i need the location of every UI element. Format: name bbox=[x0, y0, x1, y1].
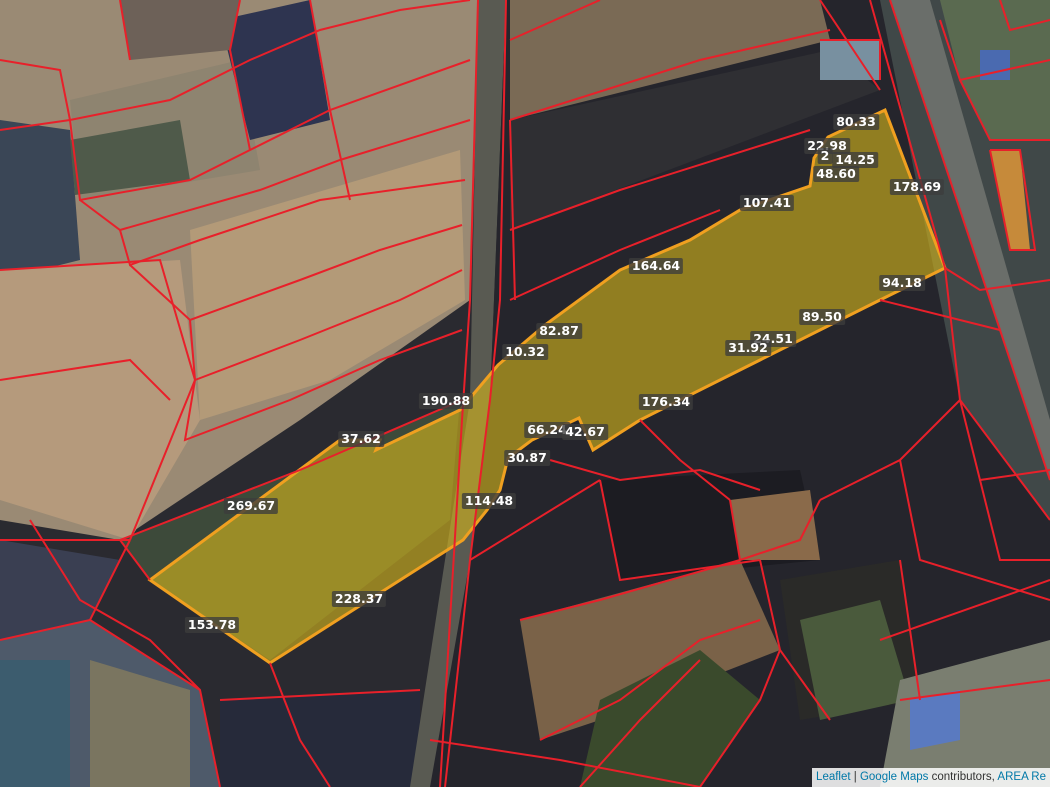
measurement-label: 89.50 bbox=[799, 309, 845, 325]
map-view[interactable]: 80.33 22.98 2 14.25 48.60 178.69 107.41 … bbox=[0, 0, 1050, 787]
attribution-separator: | bbox=[850, 771, 860, 783]
area-link[interactable]: AREA Re bbox=[997, 771, 1046, 783]
measurement-label: 30.87 bbox=[504, 450, 550, 466]
google-maps-link[interactable]: Google Maps bbox=[860, 771, 928, 783]
measurement-label: 48.60 bbox=[813, 166, 859, 182]
measurement-label: 107.41 bbox=[739, 195, 795, 211]
measurement-label: 42.67 bbox=[562, 424, 608, 440]
leaflet-link[interactable]: Leaflet bbox=[816, 771, 851, 783]
measurement-label: 178.69 bbox=[889, 179, 945, 195]
measurement-label: 10.32 bbox=[502, 344, 548, 360]
measurement-label: 190.88 bbox=[418, 393, 474, 409]
measurement-label: 269.67 bbox=[223, 498, 279, 514]
measurement-label: 176.34 bbox=[638, 394, 694, 410]
measurement-label: 2 bbox=[817, 148, 833, 164]
map-attribution: Leaflet | Google Maps contributors, AREA… bbox=[812, 768, 1050, 787]
measurement-label: 82.87 bbox=[536, 323, 582, 339]
satellite-imagery bbox=[0, 0, 1050, 787]
measurement-label: 114.48 bbox=[461, 493, 517, 509]
measurement-label: 228.37 bbox=[331, 591, 387, 607]
measurement-label: 31.92 bbox=[725, 340, 771, 356]
attribution-contributors: contributors, bbox=[928, 771, 998, 783]
measurement-label: 94.18 bbox=[879, 275, 925, 291]
measurement-label: 37.62 bbox=[338, 431, 384, 447]
measurement-label: 164.64 bbox=[628, 258, 684, 274]
measurement-label: 153.78 bbox=[184, 617, 240, 633]
measurement-label: 80.33 bbox=[833, 114, 879, 130]
